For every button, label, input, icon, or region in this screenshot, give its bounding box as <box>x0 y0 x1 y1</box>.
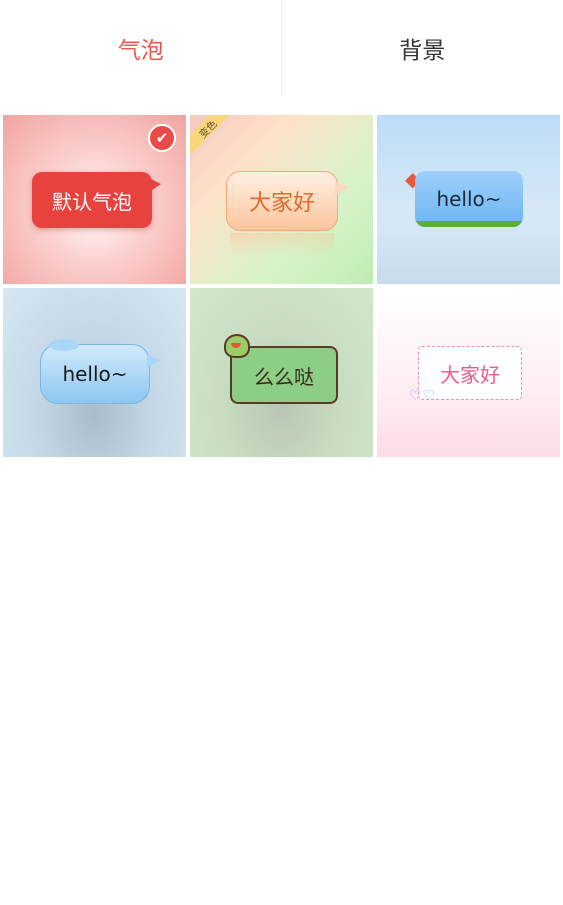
bubble-option-kite[interactable]: ◆ hello~ <box>377 115 560 284</box>
bubble-preview: 大家好 <box>226 171 349 231</box>
tab-bubble[interactable]: 气泡 <box>0 0 282 96</box>
color-change-badge: 变色 <box>190 115 234 155</box>
bubble-option-default[interactable]: 默认气泡 ✔ <box>3 115 186 284</box>
bubble-option-dino[interactable]: 么么哒 <box>190 288 373 457</box>
bubble-preview-text: hello~ <box>62 362 128 386</box>
bubble-preview-text: 大家好 <box>248 191 315 216</box>
tab-bar: 气泡 背景 <box>0 0 563 96</box>
tab-divider <box>281 0 282 96</box>
bubble-tail <box>335 182 349 195</box>
bubble-tail <box>147 355 161 368</box>
bubble-option-blue[interactable]: hello~ <box>3 288 186 457</box>
bubble-preview: 默认气泡 <box>32 172 161 228</box>
bubble-preview: hello~ <box>415 171 523 227</box>
bubble-reflection <box>230 233 334 257</box>
tab-background[interactable]: 背景 <box>282 0 563 96</box>
check-icon: ✔ <box>148 124 176 152</box>
hearts-icon: ♡♡ <box>409 388 437 404</box>
dino-icon <box>224 334 250 358</box>
bubble-preview-text: 默认气泡 <box>52 189 132 214</box>
bubble-preview: hello~ <box>40 339 161 404</box>
bubble-preview-text: hello~ <box>436 187 502 211</box>
grass-decoration <box>415 221 523 227</box>
bubble-option-pink[interactable]: 大家好 ♡♡ <box>377 288 560 457</box>
badge-label: 变色 <box>197 118 220 141</box>
bubble-preview-text: 么么哒 <box>254 364 314 389</box>
bubble-preview-text: 大家好 <box>440 362 500 387</box>
bubble-tail <box>149 178 161 192</box>
bubble-ear-decoration <box>49 339 79 351</box>
bubble-option-gradient[interactable]: 变色 大家好 <box>190 115 373 284</box>
